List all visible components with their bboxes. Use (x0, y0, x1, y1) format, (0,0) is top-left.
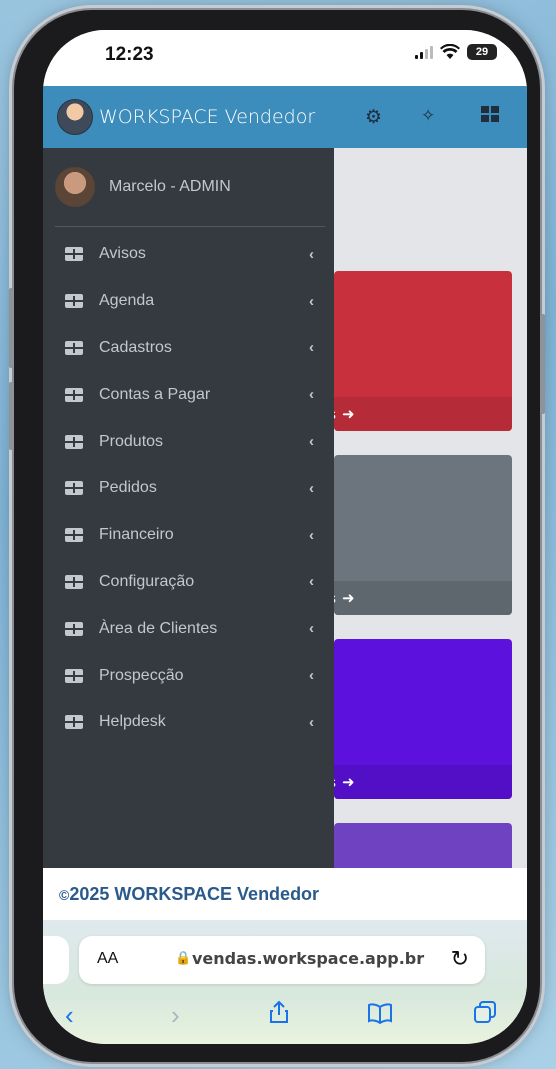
sidebar-item-label: Àrea de Clientes (99, 619, 218, 637)
power-button (540, 314, 545, 414)
tabs-icon[interactable] (473, 1000, 497, 1031)
sidebar-item-label: Pedidos (99, 479, 157, 497)
chevron-left-icon: ‹ (309, 339, 314, 357)
share-icon[interactable] (269, 1000, 289, 1031)
sidebar-item-label: Financeiro (99, 526, 174, 544)
chevron-left-icon: ‹ (309, 386, 314, 404)
arrow-circle-right-icon: ➜ (342, 406, 355, 423)
user-panel[interactable]: Marcelo - ADMIN (55, 148, 325, 227)
battery-icon: 29 (467, 44, 497, 60)
sidebar-item-label: Configuração (99, 572, 195, 590)
sidebar-item-label: Contas a Pagar (99, 385, 211, 403)
lock-icon: 🔒 (175, 950, 192, 965)
browser-nav: ‹ › (43, 1000, 527, 1036)
volume-up-button (9, 288, 14, 368)
table-icon (65, 528, 83, 543)
sidebar-item-helpdesk[interactable]: Helpdesk ‹ (43, 699, 334, 746)
browser-toolbar: AA 🔒 vendas.workspace.app.br ↻ ‹ › (43, 920, 527, 1044)
chevron-left-icon: ‹ (309, 433, 314, 451)
sidebar-item--rea-de-clientes[interactable]: Àrea de Clientes ‹ (43, 605, 334, 652)
card-footer-link[interactable]: es ➜ (334, 397, 512, 431)
wifi-icon (440, 44, 460, 59)
table-icon (65, 481, 83, 496)
sidebar-item-financeiro[interactable]: Financeiro ‹ (43, 512, 334, 559)
chevron-left-icon: ‹ (309, 292, 314, 310)
brand-logo (57, 99, 93, 135)
volume-down-button (9, 382, 14, 450)
sidebar-item-pedidos[interactable]: Pedidos ‹ (43, 465, 334, 512)
status-icons: 29 (415, 44, 497, 60)
page-footer: ©2025 WORKSPACE Vendedor (43, 868, 527, 920)
table-icon (65, 294, 83, 309)
chevron-left-icon: ‹ (309, 245, 314, 263)
chevron-left-icon: ‹ (309, 620, 314, 638)
sidebar-item-agenda[interactable]: Agenda ‹ (43, 278, 334, 325)
table-icon (65, 434, 83, 449)
sidebar-item-label: Avisos (99, 245, 146, 263)
sidebar-item-label: Produtos (99, 432, 164, 450)
previous-tab-pill[interactable] (43, 936, 69, 984)
avatar (55, 167, 95, 207)
table-icon (65, 668, 83, 683)
table-icon (65, 715, 83, 730)
signal-icon (415, 45, 433, 59)
user-name: Marcelo - ADMIN (109, 178, 231, 195)
dashboard-content: es ➜ es ➜ es ➜ (334, 148, 527, 883)
sidebar-item-configura-o[interactable]: Configuração ‹ (43, 559, 334, 606)
brand-title: WORKSPACE Vendedor (99, 106, 316, 128)
sidebar-item-label: Helpdesk (99, 713, 166, 731)
url-text[interactable]: vendas.workspace.app.br (192, 949, 424, 968)
chevron-left-icon: ‹ (309, 479, 314, 497)
copyright-text: ©2025 WORKSPACE Vendedor (59, 883, 320, 904)
chevron-left-icon: ‹ (309, 526, 314, 544)
phone-screen: 12:23 29 ⚙ ✧ es ➜ es ➜ es ➜ (43, 30, 527, 1044)
sidebar-item-produtos[interactable]: Produtos ‹ (43, 418, 334, 465)
address-bar[interactable]: AA 🔒 vendas.workspace.app.br ↻ (79, 936, 485, 984)
chevron-left-icon: ‹ (309, 573, 314, 591)
info-card: es ➜ (334, 639, 512, 799)
reader-aa-button[interactable]: AA (97, 950, 118, 968)
info-card: es ➜ (334, 271, 512, 431)
chevron-left-icon: ‹ (309, 667, 314, 685)
sidebar-menu: Avisos ‹ Agenda ‹ Cadastros ‹ Contas a Pagar ‹ P… (43, 231, 334, 746)
grid-icon[interactable] (481, 106, 499, 128)
arrow-circle-right-icon: ➜ (342, 774, 355, 791)
card-footer-link[interactable]: es ➜ (334, 765, 512, 799)
info-card: es ➜ (334, 455, 512, 615)
status-time: 12:23 (105, 44, 154, 65)
bookmarks-icon[interactable] (367, 1000, 393, 1031)
back-icon[interactable]: ‹ (65, 1000, 74, 1031)
sidebar-item-cadastros[interactable]: Cadastros ‹ (43, 325, 334, 372)
brand-link[interactable]: WORKSPACE Vendedor (43, 86, 334, 148)
sidebar-item-prospec-o[interactable]: Prospecção ‹ (43, 652, 334, 699)
sidebar-item-avisos[interactable]: Avisos ‹ (43, 231, 334, 278)
sidebar-item-label: Prospecção (99, 666, 184, 684)
card-footer-link[interactable]: es ➜ (334, 581, 512, 615)
table-icon (65, 621, 83, 636)
table-icon (65, 387, 83, 402)
reload-icon[interactable]: ↻ (451, 946, 469, 972)
table-icon (65, 574, 83, 589)
table-icon (65, 247, 83, 262)
sidebar-item-label: Agenda (99, 292, 155, 310)
sidebar-item-contas-a-pagar[interactable]: Contas a Pagar ‹ (43, 371, 334, 418)
arrow-circle-right-icon: ➜ (342, 590, 355, 607)
compress-icon[interactable]: ✧ (421, 106, 435, 126)
sidebar: WORKSPACE Vendedor Marcelo - ADMIN Aviso… (43, 86, 334, 868)
chevron-left-icon: ‹ (309, 713, 314, 731)
status-bar: 12:23 29 (43, 30, 527, 86)
gear-icon[interactable]: ⚙ (365, 106, 382, 129)
forward-icon[interactable]: › (171, 1000, 180, 1031)
table-icon (65, 340, 83, 355)
sidebar-item-label: Cadastros (99, 338, 172, 356)
